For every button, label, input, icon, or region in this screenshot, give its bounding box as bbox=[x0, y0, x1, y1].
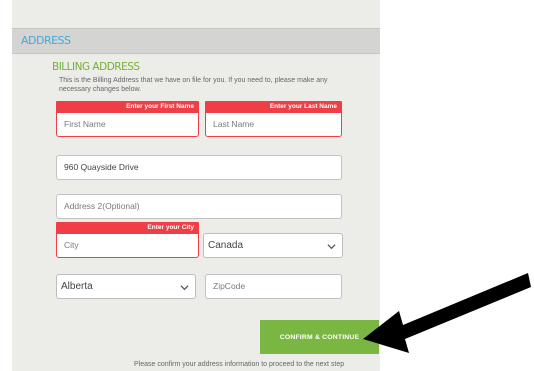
pointer-arrow-icon bbox=[363, 263, 533, 363]
city-field[interactable]: City bbox=[56, 233, 199, 258]
province-select-value: Alberta bbox=[61, 281, 93, 292]
section-header: ADDRESS bbox=[12, 28, 380, 54]
address-line1-field[interactable]: 960 Quayside Drive bbox=[56, 155, 342, 180]
country-select-value: Canada bbox=[208, 240, 244, 251]
form-panel bbox=[12, 0, 380, 371]
last-name-field[interactable]: Last Name bbox=[205, 112, 342, 137]
country-select[interactable]: Canada bbox=[203, 233, 343, 258]
zipcode-field[interactable]: ZipCode bbox=[205, 274, 342, 299]
confirm-continue-button[interactable]: CONFIRM & CONTINUE bbox=[260, 320, 379, 354]
first-name-error: Enter your First Name bbox=[56, 101, 199, 112]
chevron-down-icon bbox=[180, 278, 189, 301]
province-select[interactable]: Alberta bbox=[56, 274, 196, 299]
address-line2-field[interactable]: Address 2(Optional) bbox=[56, 194, 342, 219]
first-name-field[interactable]: First Name bbox=[56, 112, 199, 137]
city-error: Enter your City bbox=[56, 222, 199, 233]
billing-address-title: BILLING ADDRESS bbox=[52, 61, 140, 73]
last-name-error: Enter your Last Name bbox=[205, 101, 342, 112]
billing-description: This is the Billing Address that we have… bbox=[59, 77, 328, 93]
chevron-down-icon bbox=[327, 237, 336, 260]
section-title: ADDRESS bbox=[21, 34, 71, 47]
